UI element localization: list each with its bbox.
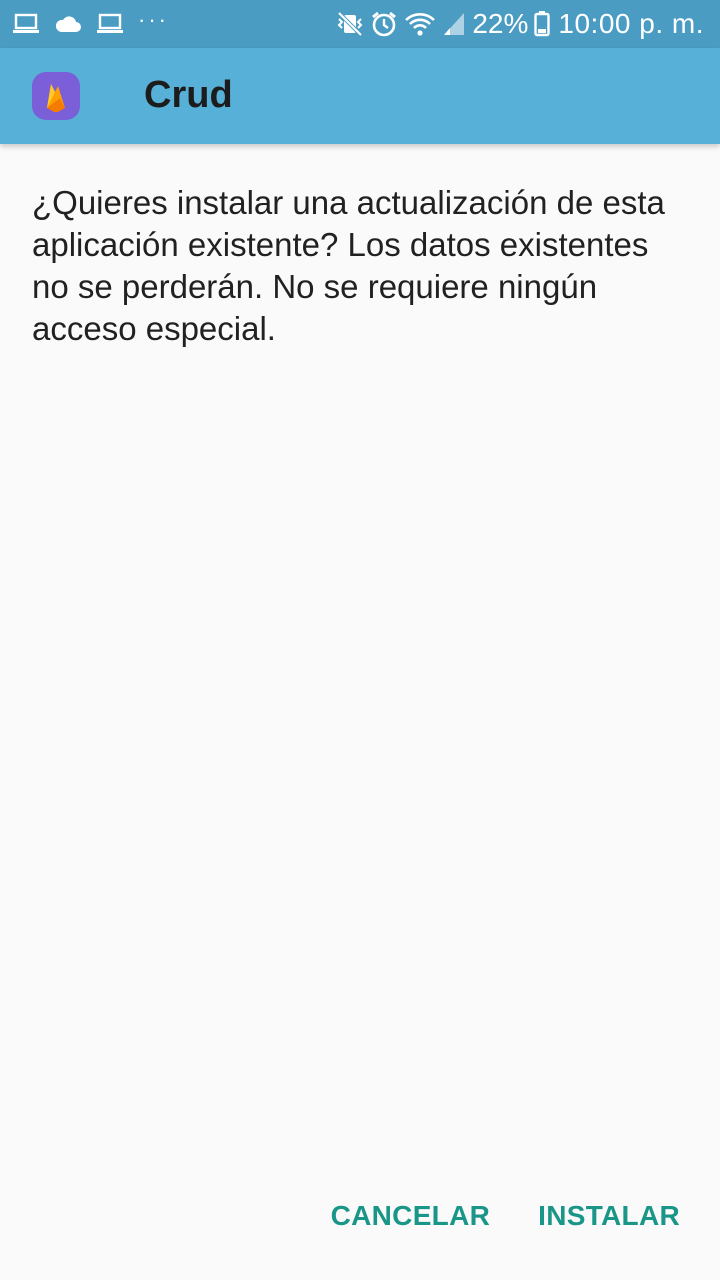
laptop-icon bbox=[12, 13, 40, 35]
battery-icon bbox=[534, 11, 551, 37]
firebase-app-icon bbox=[32, 72, 80, 120]
battery-percentage: 22% bbox=[472, 8, 529, 39]
wifi-icon bbox=[404, 11, 436, 37]
alarm-icon bbox=[370, 10, 398, 38]
install-button[interactable]: INSTALAR bbox=[538, 1196, 680, 1236]
status-bar-left: ··· bbox=[12, 9, 183, 35]
app-title: Crud bbox=[144, 74, 233, 116]
cloud-icon bbox=[54, 14, 82, 34]
laptop-icon bbox=[96, 13, 124, 35]
install-message: ¿Quieres instalar una actualización de e… bbox=[32, 184, 665, 347]
status-bar-right: 22% 10:00 p. m. bbox=[330, 8, 704, 40]
cancel-button[interactable]: CANCELAR bbox=[331, 1196, 491, 1236]
status-bar: ··· 22% 10:00 p. m. bbox=[0, 0, 720, 48]
signal-icon bbox=[442, 11, 466, 37]
status-time: 10:00 p. m. bbox=[558, 8, 704, 39]
dialog-actions: CANCELAR INSTALAR bbox=[331, 1196, 680, 1236]
app-bar: Crud bbox=[0, 48, 720, 144]
more-dots-icon: ··· bbox=[138, 7, 169, 32]
vibrate-mute-icon bbox=[336, 11, 364, 37]
